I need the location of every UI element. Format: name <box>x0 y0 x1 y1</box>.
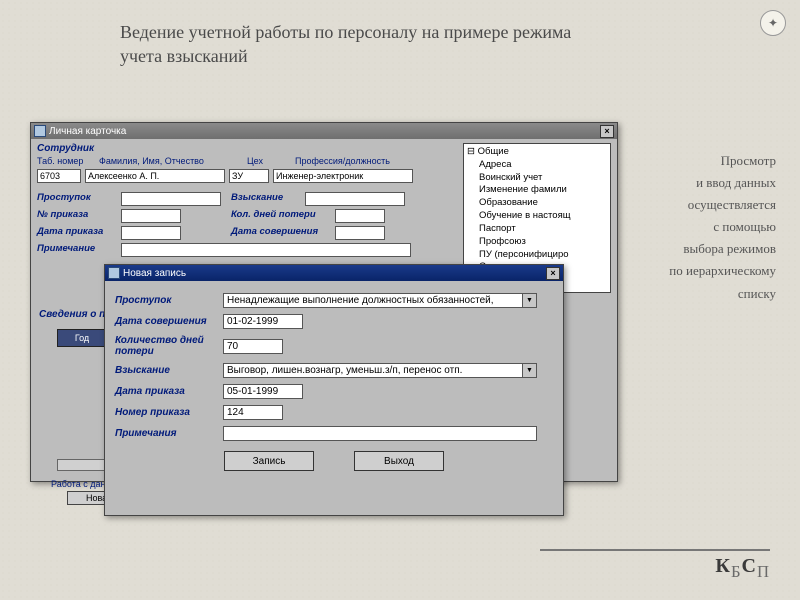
new-record-dialog: Новая запись × Проступок ▼ Дата совершен… <box>104 264 564 516</box>
noprikaza-label: № приказа <box>37 209 117 223</box>
side-line: с помощью <box>636 216 776 238</box>
noprikaza-input[interactable] <box>121 209 181 223</box>
corner-logo-icon: ✦ <box>760 10 786 36</box>
col-tabno: Таб. номер <box>37 156 91 166</box>
col-tseh: Цех <box>247 156 287 166</box>
tree-item[interactable]: Адреса <box>467 159 607 172</box>
tabno-input[interactable] <box>37 169 81 183</box>
year-tab[interactable]: Год <box>57 329 107 347</box>
exit-button[interactable]: Выход <box>354 451 444 471</box>
koldney-input[interactable] <box>335 209 385 223</box>
datasov-input[interactable] <box>223 314 303 329</box>
side-line: и ввод данных <box>636 172 776 194</box>
titlebar[interactable]: Новая запись × <box>105 265 563 281</box>
chevron-down-icon[interactable]: ▼ <box>523 293 537 308</box>
tree-root: ⊟ Общие <box>467 146 607 159</box>
side-line: списку <box>636 283 776 305</box>
prof-input[interactable] <box>273 169 413 183</box>
app-icon <box>34 125 46 137</box>
dataprikaza-label: Дата приказа <box>37 226 117 240</box>
vzysk-label: Взыскание <box>115 365 223 376</box>
tree-item[interactable]: Обучение в настоящ <box>467 210 607 223</box>
tree-item[interactable]: ПУ (персонифициро <box>467 249 607 262</box>
tree-item[interactable]: Изменение фамили <box>467 184 607 197</box>
close-icon[interactable]: × <box>600 125 614 138</box>
chevron-down-icon[interactable]: ▼ <box>523 363 537 378</box>
tree-item[interactable]: Образование <box>467 197 607 210</box>
noprik-input[interactable] <box>223 405 283 420</box>
tree-item[interactable]: Профсоюз <box>467 236 607 249</box>
save-button[interactable]: Запись <box>224 451 314 471</box>
titlebar[interactable]: Личная карточка × <box>31 123 617 139</box>
prostupok-label: Проступок <box>37 192 117 206</box>
kol-label: Количество дней потери <box>115 335 223 357</box>
prostupok-label: Проступок <box>115 295 223 306</box>
datasov-label: Дата совершения <box>115 316 223 327</box>
side-line: по иерархическому <box>636 260 776 282</box>
prim-input[interactable] <box>223 426 537 441</box>
side-line: осуществляется <box>636 194 776 216</box>
slide-title: Ведение учетной работы по персоналу на п… <box>120 20 590 69</box>
close-icon[interactable]: × <box>546 267 560 280</box>
dataprik-input[interactable] <box>223 384 303 399</box>
vzysk-combo[interactable] <box>223 363 523 378</box>
datasov-input[interactable] <box>335 226 385 240</box>
kol-input[interactable] <box>223 339 283 354</box>
footer-logo: КБСП <box>715 555 770 582</box>
tree-item[interactable]: Паспорт <box>467 223 607 236</box>
fio-input[interactable] <box>85 169 225 183</box>
prim-label: Примечания <box>115 428 223 439</box>
noprik-label: Номер приказа <box>115 407 223 418</box>
col-prof: Профессия/должность <box>295 156 390 166</box>
koldney-label: Кол. дней потери <box>231 209 331 223</box>
tree-item[interactable]: Воинский учет <box>467 172 607 185</box>
prostupok-input[interactable] <box>121 192 221 206</box>
datasov-label: Дата совершения <box>231 226 331 240</box>
prostupok-combo[interactable] <box>223 293 523 308</box>
side-description: Просмотр и ввод данных осуществляется с … <box>636 150 776 305</box>
employee-label: Сотрудник <box>37 143 94 154</box>
dataprikaza-input[interactable] <box>121 226 181 240</box>
vzyskanie-input[interactable] <box>305 192 405 206</box>
dialog-title: Новая запись <box>123 268 186 279</box>
dataprik-label: Дата приказа <box>115 386 223 397</box>
vzyskanie-label: Взыскание <box>231 192 301 206</box>
side-line: выбора режимов <box>636 238 776 260</box>
col-fio: Фамилия, Имя, Отчество <box>99 156 239 166</box>
prim-input[interactable] <box>121 243 411 257</box>
side-line: Просмотр <box>636 150 776 172</box>
window-title: Личная карточка <box>49 126 126 137</box>
app-icon <box>108 267 120 279</box>
tseh-input[interactable] <box>229 169 269 183</box>
prim-label: Примечание <box>37 243 117 257</box>
